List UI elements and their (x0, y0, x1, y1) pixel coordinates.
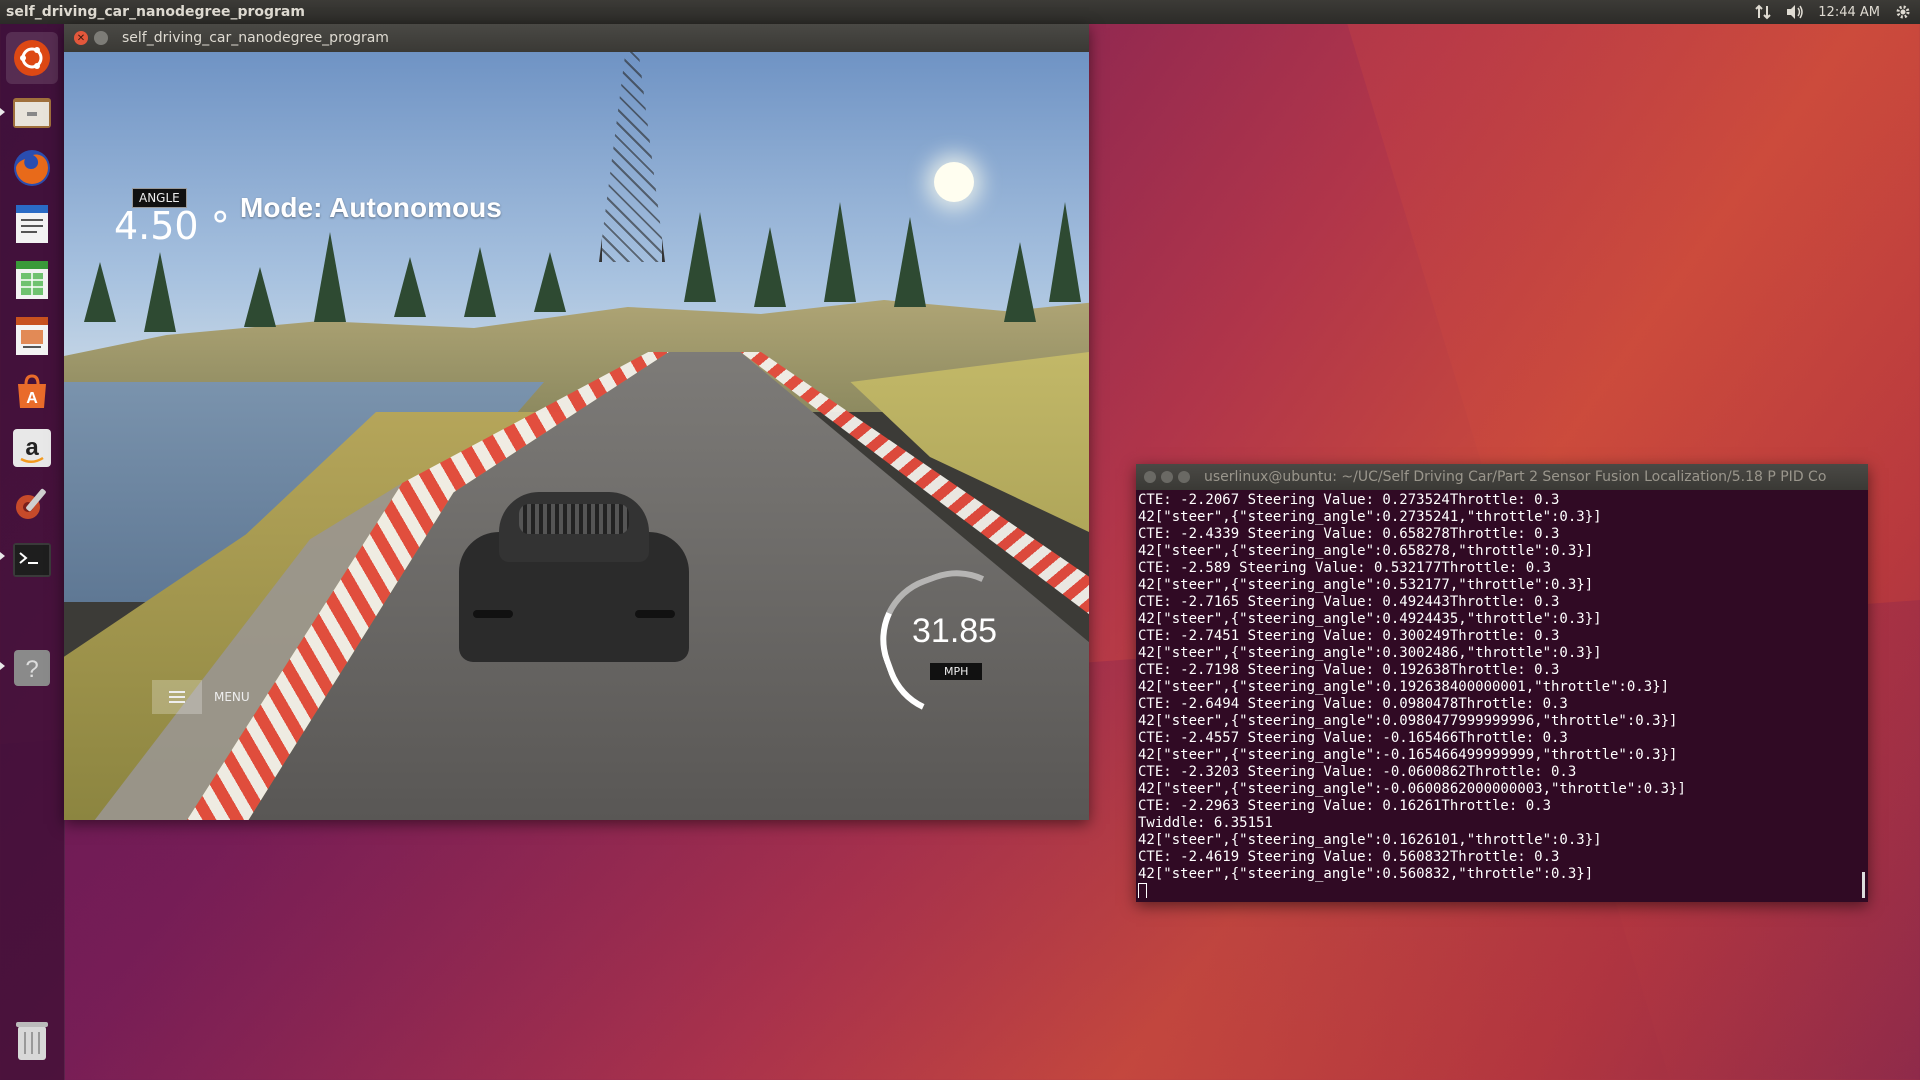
simulator-title: self_driving_car_nanodegree_program (122, 30, 389, 46)
terminal-line: 42["steer",{"steering_angle":0.4924435,"… (1138, 611, 1602, 627)
minimize-button[interactable] (1161, 471, 1173, 483)
tree (394, 257, 426, 317)
tree (1049, 202, 1081, 302)
terminal-line: CTE: -2.2963 Steering Value: 0.16261Thro… (1138, 798, 1552, 814)
tree (824, 202, 856, 302)
terminal-line: CTE: -2.589 Steering Value: 0.532177Thro… (1138, 560, 1552, 576)
close-button[interactable] (1144, 471, 1156, 483)
tree (534, 252, 566, 312)
car-vent (519, 504, 629, 534)
trash-icon[interactable] (6, 1014, 58, 1066)
car (459, 492, 689, 662)
terminal-line: CTE: -2.4339 Steering Value: 0.658278Thr… (1138, 526, 1560, 542)
speed-value: 31.85 (912, 612, 998, 650)
svg-text:a: a (25, 434, 39, 461)
terminal-line: CTE: -2.7165 Steering Value: 0.492443Thr… (1138, 594, 1560, 610)
writer-icon[interactable] (6, 198, 58, 250)
terminal-line: CTE: -2.7451 Steering Value: 0.300249Thr… (1138, 628, 1560, 644)
volume-icon[interactable] (1786, 4, 1804, 20)
terminal-line: 42["steer",{"steering_angle":0.098047799… (1138, 713, 1678, 729)
launcher: A a ? (0, 24, 65, 1080)
terminal-titlebar[interactable]: userlinux@ubuntu: ~/UC/Self Driving Car/… (1136, 464, 1868, 490)
running-indicator (0, 108, 5, 116)
tree (464, 247, 496, 317)
tree (894, 217, 926, 307)
terminal-line: CTE: -2.2067 Steering Value: 0.273524Thr… (1138, 492, 1560, 508)
mode-label: Mode: Autonomous (240, 192, 502, 223)
network-icon[interactable] (1754, 4, 1772, 20)
menu-label[interactable]: MENU (214, 690, 250, 704)
terminal-window: userlinux@ubuntu: ~/UC/Self Driving Car/… (1136, 464, 1868, 902)
terminal-scrollbar[interactable] (1862, 872, 1865, 898)
terminal-cursor (1138, 883, 1147, 898)
terminal-line: CTE: -2.3203 Steering Value: -0.0600862T… (1138, 764, 1577, 780)
running-indicator (0, 552, 5, 560)
tree (1004, 242, 1036, 322)
simulator-titlebar[interactable]: ✕ self_driving_car_nanodegree_program (64, 24, 1089, 52)
simulator-viewport[interactable]: ANGLE 4.50 ° Mode: Autonomous 31.85 MPH … (64, 52, 1089, 820)
svg-text:A: A (26, 390, 38, 407)
system-settings-icon[interactable] (6, 478, 58, 530)
minimize-button[interactable] (94, 31, 108, 45)
terminal-line: 42["steer",{"steering_angle":0.532177,"t… (1138, 577, 1594, 593)
terminal-line: 42["steer",{"steering_angle":0.1626101,"… (1138, 832, 1602, 848)
running-indicator (0, 662, 5, 670)
amazon-icon[interactable]: a (6, 422, 58, 474)
firefox-icon[interactable] (6, 142, 58, 194)
terminal-line: 42["steer",{"steering_angle":0.658278,"t… (1138, 543, 1594, 559)
terminal-output[interactable]: CTE: -2.2067 Steering Value: 0.273524Thr… (1138, 492, 1860, 898)
speed-unit: MPH (930, 663, 983, 680)
angle-value: 4.50 ° (114, 204, 230, 248)
terminal-title: userlinux@ubuntu: ~/UC/Self Driving Car/… (1204, 469, 1827, 485)
terminal-line: 42["steer",{"steering_angle":0.2735241,"… (1138, 509, 1602, 525)
close-button[interactable]: ✕ (74, 31, 88, 45)
tree (84, 262, 116, 322)
help-icon[interactable]: ? (6, 642, 58, 694)
car-taillight (473, 610, 513, 618)
terminal-line: CTE: -2.4557 Steering Value: -0.165466Th… (1138, 730, 1568, 746)
sun (934, 162, 974, 202)
car-taillight (635, 610, 675, 618)
terminal-icon[interactable] (6, 534, 58, 586)
active-app-title: self_driving_car_nanodegree_program (6, 4, 305, 20)
terminal-line: 42["steer",{"steering_angle":-0.06008620… (1138, 781, 1686, 797)
terminal-line: Twiddle: 6.35151 (1138, 815, 1273, 831)
terminal-line: 42["steer",{"steering_angle":0.192638400… (1138, 679, 1670, 695)
tree (144, 252, 176, 332)
tree (684, 212, 716, 302)
tree (314, 232, 346, 322)
clock[interactable]: 12:44 AM (1818, 5, 1880, 20)
files-icon[interactable] (6, 86, 58, 138)
calc-icon[interactable] (6, 254, 58, 306)
terminal-prompt[interactable] (1138, 883, 1860, 898)
menu-button[interactable] (152, 680, 202, 714)
simulator-window: ✕ self_driving_car_nanodegree_program AN… (64, 24, 1089, 820)
impress-icon[interactable] (6, 310, 58, 362)
terminal-line: 42["steer",{"steering_angle":0.3002486,"… (1138, 645, 1602, 661)
terminal-line: CTE: -2.6494 Steering Value: 0.0980478Th… (1138, 696, 1568, 712)
gear-icon[interactable] (1894, 4, 1912, 20)
terminal-line: CTE: -2.4619 Steering Value: 0.560832Thr… (1138, 849, 1560, 865)
terminal-line: 42["steer",{"steering_angle":0.560832,"t… (1138, 866, 1594, 882)
tree (754, 227, 786, 307)
ubuntu-dash-icon[interactable] (6, 32, 58, 84)
maximize-button[interactable] (1178, 471, 1190, 483)
terminal-line: 42["steer",{"steering_angle":-0.16546649… (1138, 747, 1678, 763)
svg-text:?: ? (25, 656, 38, 683)
tree (244, 267, 276, 327)
top-panel: self_driving_car_nanodegree_program 12:4… (0, 0, 1920, 24)
terminal-line: CTE: -2.7198 Steering Value: 0.192638Thr… (1138, 662, 1560, 678)
software-center-icon[interactable]: A (6, 366, 58, 418)
